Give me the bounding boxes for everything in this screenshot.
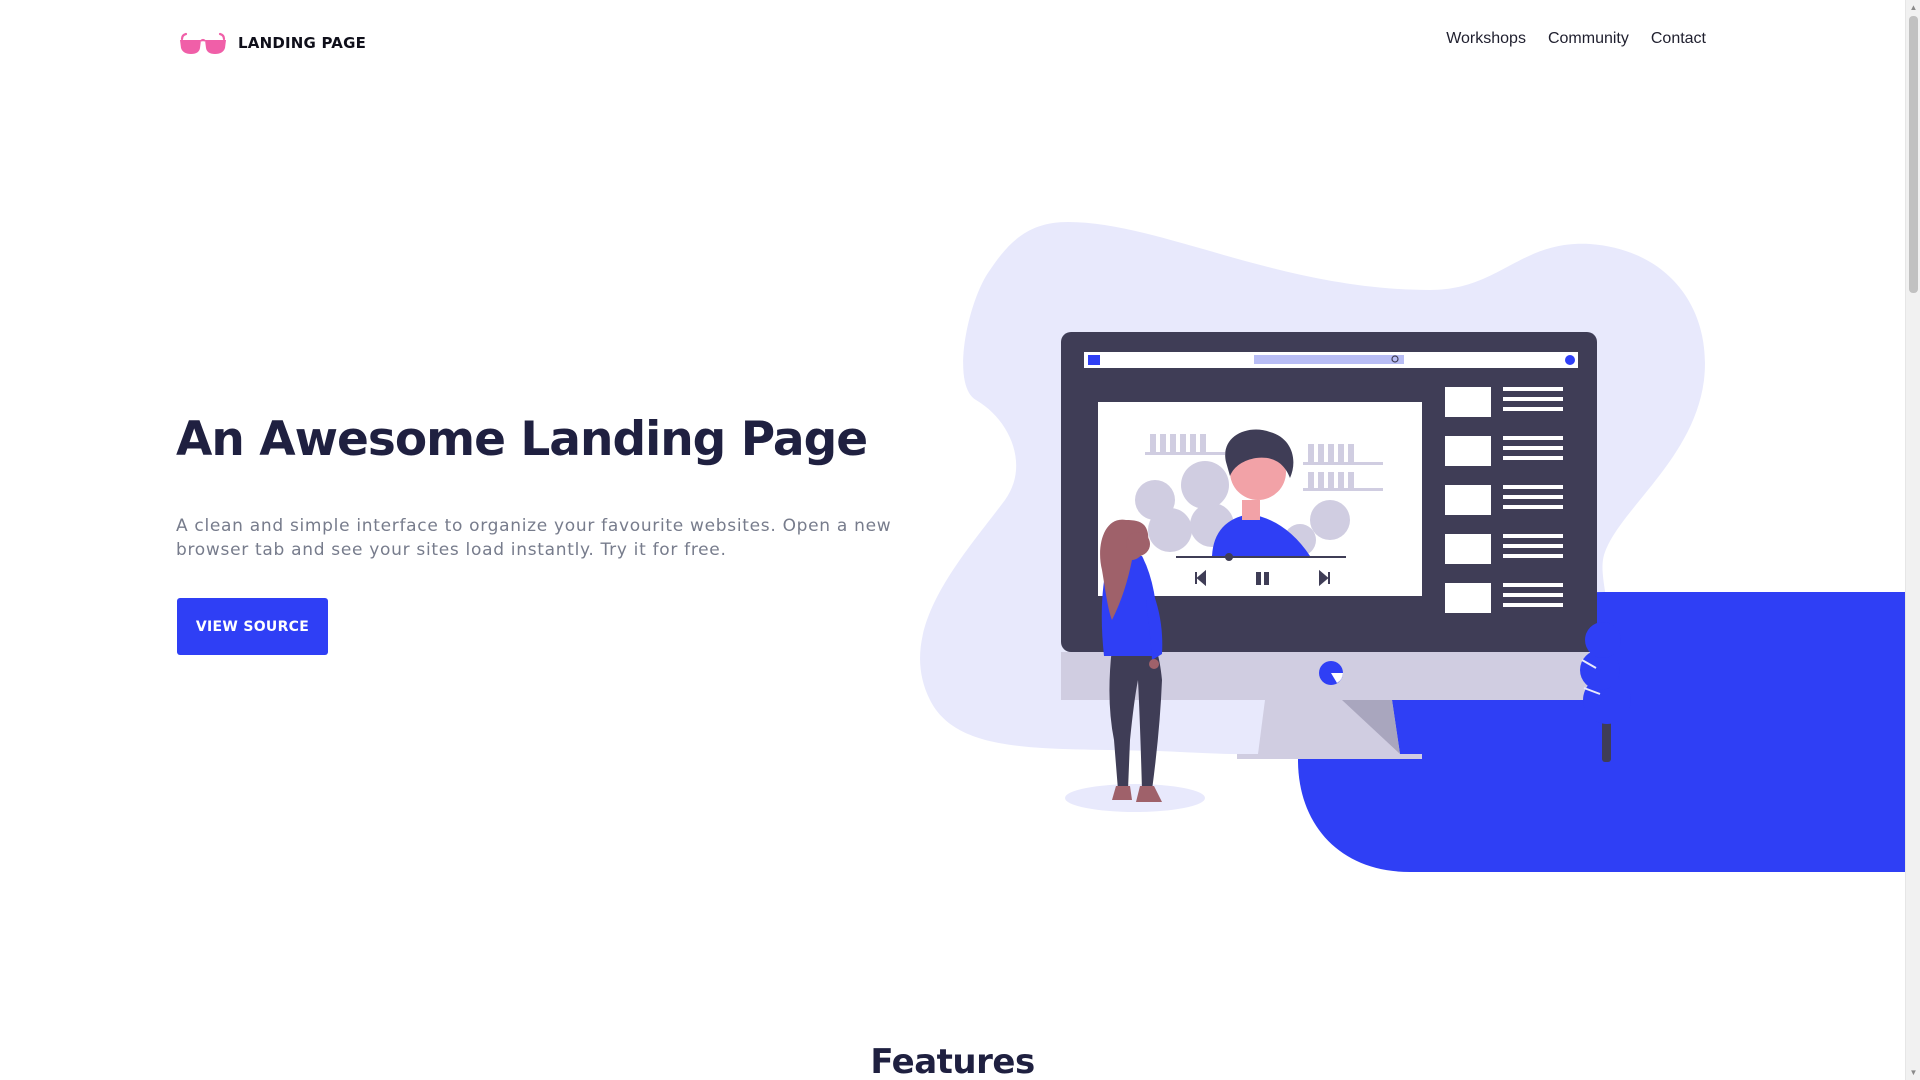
- video-person-body: [1212, 514, 1310, 556]
- blue-accent-shape: [1298, 592, 1905, 872]
- features-heading: Features: [870, 1042, 1035, 1080]
- site-header: LANDING PAGE Workshops Community Contact: [0, 0, 1905, 84]
- logo-text: LANDING PAGE: [238, 34, 367, 52]
- scroll-up-arrow-icon[interactable]: ▲: [1906, 0, 1920, 15]
- logo[interactable]: LANDING PAGE: [178, 28, 366, 58]
- landing-page: LANDING PAGE Workshops Community Contact: [0, 0, 1905, 1080]
- nav-link-community[interactable]: Community: [1548, 30, 1629, 48]
- scroll-down-arrow-icon[interactable]: ▼: [1906, 1065, 1920, 1080]
- main-nav: Workshops Community Contact: [1446, 30, 1706, 48]
- hero-description: A clean and simple interface to organize…: [176, 516, 892, 560]
- page-scrollbar[interactable]: ▲ ▼: [1905, 0, 1920, 1080]
- view-source-button[interactable]: VIEW SOURCE: [177, 598, 328, 655]
- video-window: [1098, 402, 1422, 596]
- plant: [1580, 622, 1631, 762]
- monitor-frame: [1061, 332, 1597, 652]
- woman-figure: [1065, 519, 1205, 812]
- sunglasses-icon: [180, 32, 226, 54]
- nav-link-workshops[interactable]: Workshops: [1446, 30, 1526, 48]
- nav-link-contact[interactable]: Contact: [1651, 30, 1706, 48]
- background-blob: [920, 222, 1705, 755]
- monitor-stand: [1258, 700, 1400, 754]
- hero-title: An Awesome Landing Page: [176, 412, 868, 467]
- monitor-logo: [1319, 661, 1343, 685]
- monitor-chin: [1061, 652, 1597, 700]
- scrollbar-thumb[interactable]: [1909, 16, 1918, 293]
